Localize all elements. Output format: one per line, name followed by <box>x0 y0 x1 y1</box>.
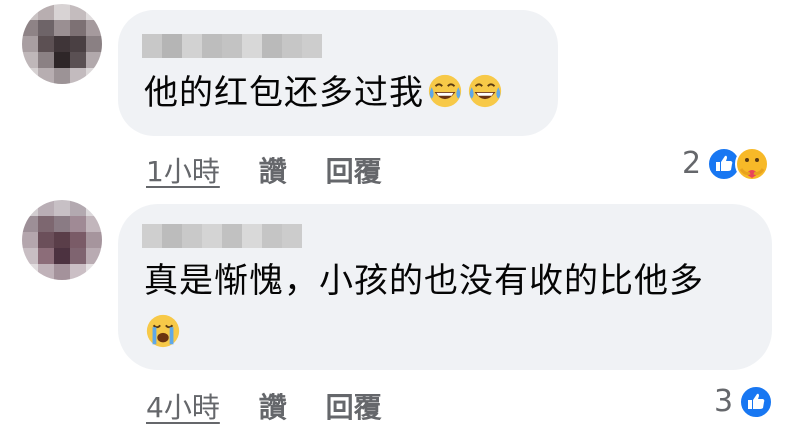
crying-emoji-icon <box>146 314 180 348</box>
avatar-blurred[interactable] <box>22 200 102 280</box>
comment-text: 真是惭愧，小孩的也没有收的比他多 <box>144 256 704 306</box>
reaction-summary[interactable]: 3 <box>714 384 774 419</box>
comment-actions: 4小時 讚 回覆 <box>146 386 382 426</box>
comment-text-line-2 <box>144 308 182 358</box>
reaction-count: 3 <box>714 384 734 419</box>
comment-text-line-1: 真是惭愧，小孩的也没有收的比他多 <box>144 261 704 301</box>
comment-2: 真是惭愧，小孩的也没有收的比他多 4小時 讚 回覆 3 <box>0 0 800 430</box>
timestamp-link[interactable]: 4小時 <box>146 391 220 424</box>
like-button[interactable]: 讚 <box>259 391 287 424</box>
reply-button[interactable]: 回覆 <box>326 391 382 424</box>
like-reaction-icon <box>739 384 774 419</box>
commenter-name-blurred[interactable] <box>142 224 302 248</box>
comment-bubble: 真是惭愧，小孩的也没有收的比他多 <box>118 204 772 370</box>
